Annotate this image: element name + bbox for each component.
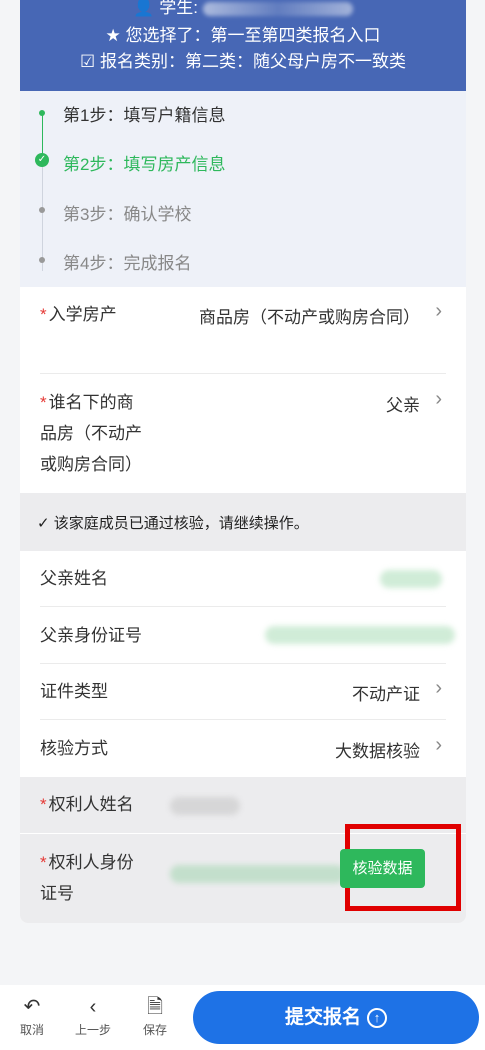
owner-select[interactable]: 父亲 xyxy=(386,391,420,416)
step-progress: ✓ 第1步：填写户籍信息 第2步：填写房产信息 第3步：确认学校 第4步：完成报… xyxy=(20,91,466,287)
doc-type-select[interactable]: 不动产证 xyxy=(352,680,420,705)
property-select[interactable]: 商品房（不动产或购房合同） xyxy=(199,303,420,328)
doc-type-label: 证件类型 xyxy=(40,682,108,701)
chevron-right-icon[interactable]: › xyxy=(435,734,442,757)
star-icon: ★ xyxy=(105,26,121,45)
chevron-right-icon[interactable]: › xyxy=(435,388,442,411)
verify-method-select[interactable]: 大数据核验 xyxy=(335,737,420,762)
father-name-label: 父亲姓名 xyxy=(40,569,108,588)
save-button[interactable]: 🗎 保存 xyxy=(135,995,175,1038)
verify-method-label: 核验方式 xyxy=(40,739,108,758)
divider xyxy=(40,606,446,607)
student-row: 👤 学生: xyxy=(20,0,466,20)
student-label: 学生: xyxy=(159,0,198,17)
notice-text: ✓ 该家庭成员已通过核验，请继续操作。 xyxy=(37,515,309,532)
owner-label: * 谁名下的商 品房（不动产 或购房合同） xyxy=(40,393,142,474)
step-dot-3 xyxy=(39,207,45,213)
category-row: ☑ 报名类别：第二类：随父母户房不一致类 xyxy=(20,50,466,74)
father-id-redacted xyxy=(265,626,455,644)
chevron-right-icon[interactable]: › xyxy=(435,300,442,323)
divider xyxy=(40,719,446,720)
divider xyxy=(40,663,446,664)
step-dot-1 xyxy=(39,110,45,116)
right-holder-id-redacted xyxy=(170,865,345,883)
step-dot-4 xyxy=(39,257,45,263)
step-line-done xyxy=(42,111,43,159)
father-id-label: 父亲身份证号 xyxy=(40,626,142,645)
student-name-redacted xyxy=(202,1,353,16)
cancel-button[interactable]: ↶ 取消 xyxy=(12,995,52,1038)
chevron-right-icon[interactable]: › xyxy=(435,677,442,700)
father-name-redacted xyxy=(380,570,442,588)
info-header: 👤 学生: ★ 您选择了：第一至第四类报名入口 ☑ 报名类别：第二类：随父母户房… xyxy=(20,0,466,91)
step-2: 第2步：填写房产信息 xyxy=(63,155,226,174)
right-holder-id-label: * 权利人身份 证号 xyxy=(40,853,134,903)
check-icon: ✓ xyxy=(37,515,54,532)
right-holder-name-label: * 权利人姓名 xyxy=(40,795,134,814)
property-label: * 入学房产 xyxy=(40,305,117,324)
chevron-left-icon: ‹ xyxy=(89,996,97,1018)
step-1: 第1步：填写户籍信息 xyxy=(63,106,226,125)
step-3: 第3步：确认学校 xyxy=(63,205,192,224)
divider xyxy=(40,373,446,374)
user-icon: 👤 xyxy=(133,0,155,17)
category-text: 报名类别：第二类：随父母户房不一致类 xyxy=(99,52,406,71)
submit-button[interactable]: 提交报名 ↑ xyxy=(193,991,479,1044)
arrow-up-circle-icon: ↑ xyxy=(367,1007,387,1028)
verify-data-button[interactable]: 核验数据 xyxy=(340,849,425,888)
checkbox-icon: ☑ xyxy=(80,52,96,71)
step-4: 第4步：完成报名 xyxy=(63,254,192,273)
right-holder-name-redacted xyxy=(170,797,240,815)
property-form: * 入学房产 商品房（不动产或购房合同） › * 谁名下的商 品房（不动产 或购房合… xyxy=(20,287,466,923)
previous-button[interactable]: ‹ 上一步 xyxy=(73,995,113,1038)
bottom-toolbar: ↶ 取消 ‹ 上一步 🗎 保存 提交报名 ↑ xyxy=(0,985,485,1050)
undo-icon: ↶ xyxy=(23,996,41,1018)
selected-entry-text: 您选择了：第一至第四类报名入口 xyxy=(125,26,381,45)
document-icon: 🗎 xyxy=(146,996,164,1018)
check-icon: ✓ xyxy=(35,153,49,167)
selected-entry-row: ★ 您选择了：第一至第四类报名入口 xyxy=(20,24,466,48)
